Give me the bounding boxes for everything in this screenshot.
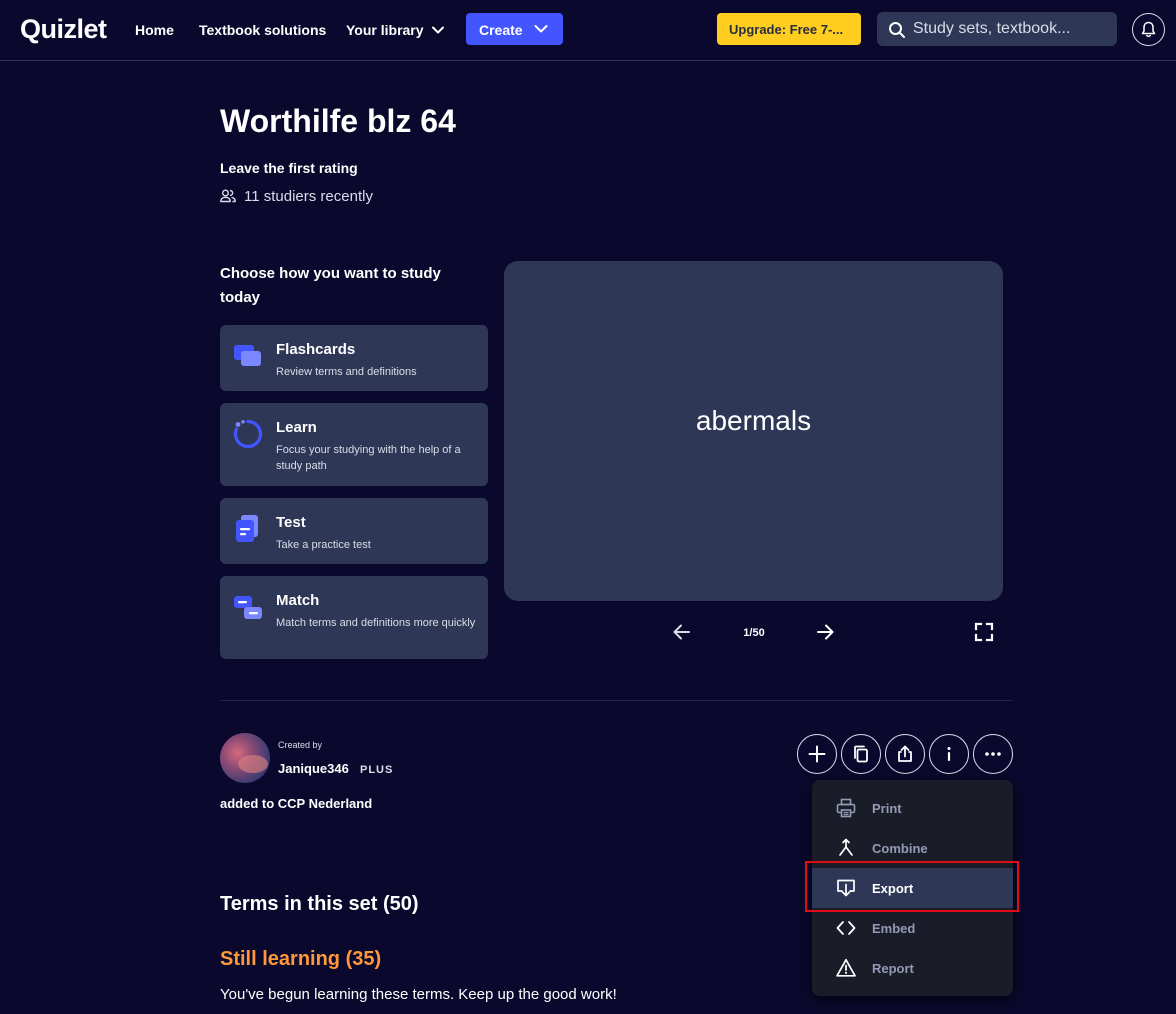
create-button-label: Create	[479, 22, 523, 38]
menu-item-label: Combine	[872, 841, 928, 856]
more-horizontal-icon	[985, 752, 1001, 756]
mode-title: Flashcards	[276, 341, 356, 358]
notifications-button[interactable]	[1132, 13, 1165, 46]
more-options-button[interactable]	[973, 734, 1013, 774]
plus-icon	[808, 745, 826, 763]
info-button[interactable]	[929, 734, 969, 774]
print-icon	[836, 798, 856, 818]
avatar[interactable]	[220, 733, 270, 783]
copy-icon	[854, 745, 868, 763]
match-mode[interactable]: Match Match terms and definitions more q…	[220, 576, 488, 659]
embed-icon	[836, 921, 856, 935]
menu-item-label: Print	[872, 801, 902, 816]
top-nav: Quizlet Home Textbook solutions Your lib…	[0, 0, 1176, 61]
created-by-label: Created by	[278, 740, 323, 750]
terms-heading: Terms in this set (50)	[220, 893, 419, 915]
menu-item-label: Embed	[872, 921, 916, 936]
copy-button[interactable]	[841, 734, 881, 774]
added-to-class[interactable]: added to CCP Nederland	[220, 796, 372, 811]
flashcard[interactable]: abermals	[504, 261, 1003, 601]
mode-description: Take a practice test	[276, 539, 371, 551]
create-button[interactable]: Create	[466, 13, 563, 45]
search-bar[interactable]	[877, 12, 1117, 46]
study-mode-heading: Choose how you want to study today	[220, 265, 441, 306]
menu-item-print[interactable]: Print	[812, 788, 1013, 828]
share-button[interactable]	[885, 734, 925, 774]
mode-description: Focus your studying with the help of a s…	[276, 444, 461, 472]
export-highlight-box	[805, 861, 1019, 912]
leave-rating-link[interactable]: Leave the first rating	[220, 160, 358, 176]
mode-title: Learn	[276, 419, 317, 436]
still-learning-heading: Still learning (35)	[220, 948, 382, 970]
bell-icon	[1141, 21, 1156, 37]
mode-description: Review terms and definitions	[276, 366, 417, 378]
add-to-folder-button[interactable]	[797, 734, 837, 774]
nav-home-link[interactable]: Home	[135, 22, 174, 38]
plus-badge: PLUS	[360, 764, 394, 776]
card-counter: 1/50	[743, 627, 765, 639]
still-learning-description: You've begun learning these terms. Keep …	[220, 986, 617, 1003]
test-icon	[236, 515, 258, 542]
set-title: Worthilfe blz 64	[220, 103, 456, 139]
upgrade-button[interactable]: Upgrade: Free 7-...	[717, 13, 861, 45]
learn-icon	[233, 419, 263, 449]
search-icon	[889, 22, 905, 38]
info-icon	[947, 747, 951, 761]
mode-title: Match	[276, 592, 320, 609]
flashcards-mode[interactable]: Flashcards Review terms and definitions	[220, 325, 488, 391]
chevron-down-icon	[534, 25, 548, 33]
arrow-right-icon[interactable]	[813, 620, 837, 644]
upgrade-button-label: Upgrade: Free 7-...	[729, 22, 844, 37]
match-icon	[234, 596, 262, 619]
fullscreen-icon[interactable]	[972, 620, 996, 644]
share-icon	[898, 745, 912, 762]
nav-library-link[interactable]: Your library	[346, 22, 424, 38]
test-mode[interactable]: Test Take a practice test	[220, 498, 488, 564]
creator-name[interactable]: Janique346	[278, 761, 349, 776]
mode-title: Test	[276, 514, 306, 531]
chevron-down-icon[interactable]	[431, 23, 445, 37]
nav-textbook-link[interactable]: Textbook solutions	[199, 22, 326, 38]
quizlet-logo[interactable]: Quizlet	[20, 14, 107, 45]
menu-item-report[interactable]: Report	[812, 948, 1013, 988]
learn-mode[interactable]: Learn Focus your studying with the help …	[220, 403, 488, 486]
menu-item-label: Report	[872, 961, 914, 976]
report-icon	[836, 958, 856, 977]
menu-item-embed[interactable]: Embed	[812, 908, 1013, 948]
users-icon	[220, 189, 236, 203]
combine-icon	[839, 838, 853, 856]
flashcard-term: abermals	[695, 405, 812, 436]
arrow-left-icon[interactable]	[670, 620, 694, 644]
studiers-count: 11 studiers recently	[244, 188, 373, 205]
search-input[interactable]	[913, 16, 1109, 42]
section-divider	[220, 700, 1013, 701]
mode-description: Match terms and definitions more quickly	[276, 617, 476, 629]
flashcards-icon	[234, 345, 261, 366]
